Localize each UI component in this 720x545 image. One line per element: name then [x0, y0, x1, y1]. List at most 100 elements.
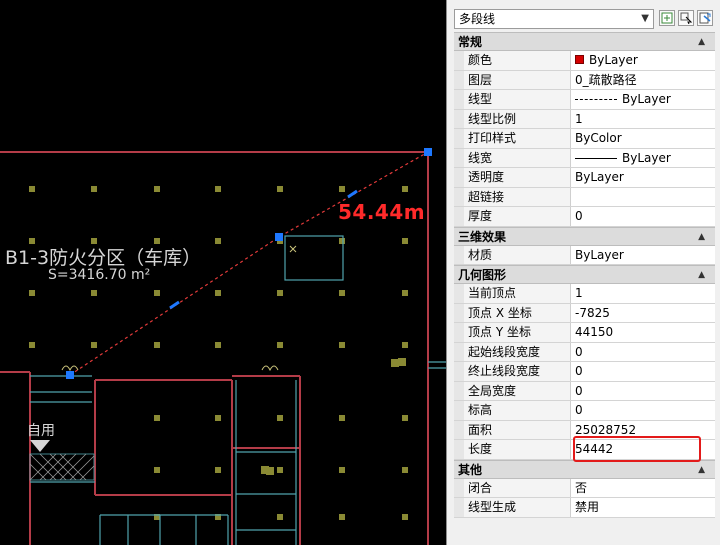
property-row[interactable]: 线型 ByLayer — [454, 90, 715, 110]
property-row[interactable]: 图层 0_疏散路径 — [454, 70, 715, 90]
property-value-text: 0 — [575, 364, 583, 378]
property-value-text: ByLayer — [622, 150, 671, 165]
property-row[interactable]: 颜色 ByLayer — [454, 51, 715, 71]
column-marker — [402, 415, 408, 421]
property-row[interactable]: 长度 54442 — [454, 440, 715, 460]
property-label: 图层 — [464, 70, 571, 89]
property-row[interactable]: 顶点 X 坐标 -7825 — [454, 303, 715, 323]
property-value[interactable]: ByLayer — [571, 90, 715, 109]
property-value[interactable]: -7825 — [571, 303, 715, 322]
row-gutter — [454, 303, 464, 322]
category-header[interactable]: 三维效果 ▲ — [454, 226, 715, 246]
category-header[interactable]: 几何图形 ▲ — [454, 265, 715, 284]
property-value-text: 25028752 — [575, 422, 637, 437]
palette-toolbar: 多段线 ▼ — [447, 0, 720, 32]
column-marker — [215, 342, 221, 348]
property-value-text: ByLayer — [589, 53, 638, 67]
property-value[interactable]: ByColor — [571, 129, 715, 148]
property-value-text: 0_疏散路径 — [575, 72, 637, 87]
property-label: 超链接 — [464, 187, 571, 206]
category-header[interactable]: 其他 ▲ — [454, 459, 715, 479]
property-row[interactable]: 超链接 — [454, 187, 715, 207]
column-marker — [154, 467, 160, 473]
property-value[interactable]: 1 — [571, 284, 715, 303]
property-value[interactable]: 1 — [571, 109, 715, 128]
column-marker — [339, 514, 345, 520]
collapse-arrow-icon[interactable]: ▲ — [698, 33, 705, 51]
collapse-arrow-icon[interactable]: ▲ — [698, 266, 705, 284]
property-row[interactable]: 全局宽度 0 — [454, 381, 715, 401]
property-row[interactable]: 标高 0 — [454, 401, 715, 421]
property-value[interactable]: 0 — [571, 362, 715, 381]
property-value[interactable]: 否 — [571, 478, 715, 497]
column-marker — [402, 342, 408, 348]
collapse-arrow-icon[interactable]: ▲ — [698, 228, 705, 246]
property-row[interactable]: 线型比例 1 — [454, 109, 715, 129]
column-marker — [402, 467, 408, 473]
chevron-down-icon: ▼ — [641, 13, 649, 24]
property-value[interactable] — [571, 187, 715, 206]
quick-select-icon[interactable] — [697, 10, 713, 26]
object-type-dropdown[interactable]: 多段线 ▼ — [454, 9, 654, 29]
property-value-text: 0 — [575, 209, 583, 223]
row-gutter — [454, 498, 464, 517]
grip-vertex-3[interactable] — [424, 148, 432, 156]
property-value[interactable]: 0 — [571, 342, 715, 361]
row-gutter — [454, 51, 464, 70]
column-marker — [339, 415, 345, 421]
property-label: 材质 — [464, 245, 571, 264]
column-marker — [154, 186, 160, 192]
property-row[interactable]: 当前顶点 1 — [454, 284, 715, 304]
property-row[interactable]: 顶点 Y 坐标 44150 — [454, 323, 715, 343]
property-value[interactable]: 44150 — [571, 323, 715, 342]
column-marker — [277, 467, 283, 473]
row-gutter — [454, 362, 464, 381]
property-value[interactable]: 0 — [571, 207, 715, 226]
property-row[interactable]: 线型生成 禁用 — [454, 498, 715, 518]
grip-vertex-2[interactable] — [275, 233, 283, 241]
column-marker — [277, 415, 283, 421]
collapse-arrow-icon[interactable]: ▲ — [698, 461, 705, 479]
property-value[interactable]: 禁用 — [571, 498, 715, 517]
property-value[interactable]: ByLayer — [571, 168, 715, 187]
fire-zone-area: S=3416.70 m² — [48, 267, 151, 283]
row-gutter — [454, 90, 464, 109]
property-row[interactable]: 线宽 ByLayer — [454, 148, 715, 168]
column-marker — [154, 290, 160, 296]
property-label: 打印样式 — [464, 129, 571, 148]
property-row[interactable]: 透明度 ByLayer — [454, 168, 715, 188]
property-row[interactable]: 材质 ByLayer — [454, 245, 715, 265]
column-marker — [154, 415, 160, 421]
property-value[interactable]: ByLayer — [571, 245, 715, 264]
property-label: 颜色 — [464, 51, 571, 70]
property-value-text: 1 — [575, 111, 583, 126]
row-gutter — [454, 168, 464, 187]
toggle-pickadd-icon[interactable] — [659, 10, 675, 26]
category-header[interactable]: 常规 ▲ — [454, 32, 715, 51]
property-grid: 常规 ▲ 颜色 ByLayer 图层 0_疏散路径 线型 ByLayer 线型比例 1 打印样式 By… — [454, 32, 715, 518]
property-value[interactable]: 0 — [571, 381, 715, 400]
room-label: 自用 — [27, 423, 55, 439]
property-row[interactable]: 厚度 0 — [454, 207, 715, 227]
select-objects-icon[interactable] — [678, 10, 694, 26]
column-marker — [215, 467, 221, 473]
property-value[interactable]: 25028752 — [571, 420, 715, 439]
column-marker — [402, 238, 408, 244]
property-row[interactable]: 闭合否 — [454, 478, 715, 498]
property-value-text: 禁用 — [575, 500, 600, 514]
column-marker — [391, 359, 399, 367]
property-value[interactable]: 0 — [571, 401, 715, 420]
property-label: 线型比例 — [464, 109, 571, 128]
property-value[interactable]: 54442 — [571, 440, 715, 459]
property-row[interactable]: 打印样式 ByColor — [454, 129, 715, 149]
row-gutter — [454, 245, 464, 264]
property-row[interactable]: 起始线段宽度 0 — [454, 342, 715, 362]
grip-vertex-1[interactable] — [66, 371, 74, 379]
property-value[interactable]: 0_疏散路径 — [571, 70, 715, 89]
row-gutter — [454, 478, 464, 497]
property-row[interactable]: 面积 25028752 — [454, 420, 715, 440]
distance-label: 54.44m — [338, 200, 426, 224]
property-row[interactable]: 终止线段宽度 0 — [454, 362, 715, 382]
property-value[interactable]: ByLayer — [571, 51, 715, 70]
property-value[interactable]: ByLayer — [571, 148, 715, 167]
